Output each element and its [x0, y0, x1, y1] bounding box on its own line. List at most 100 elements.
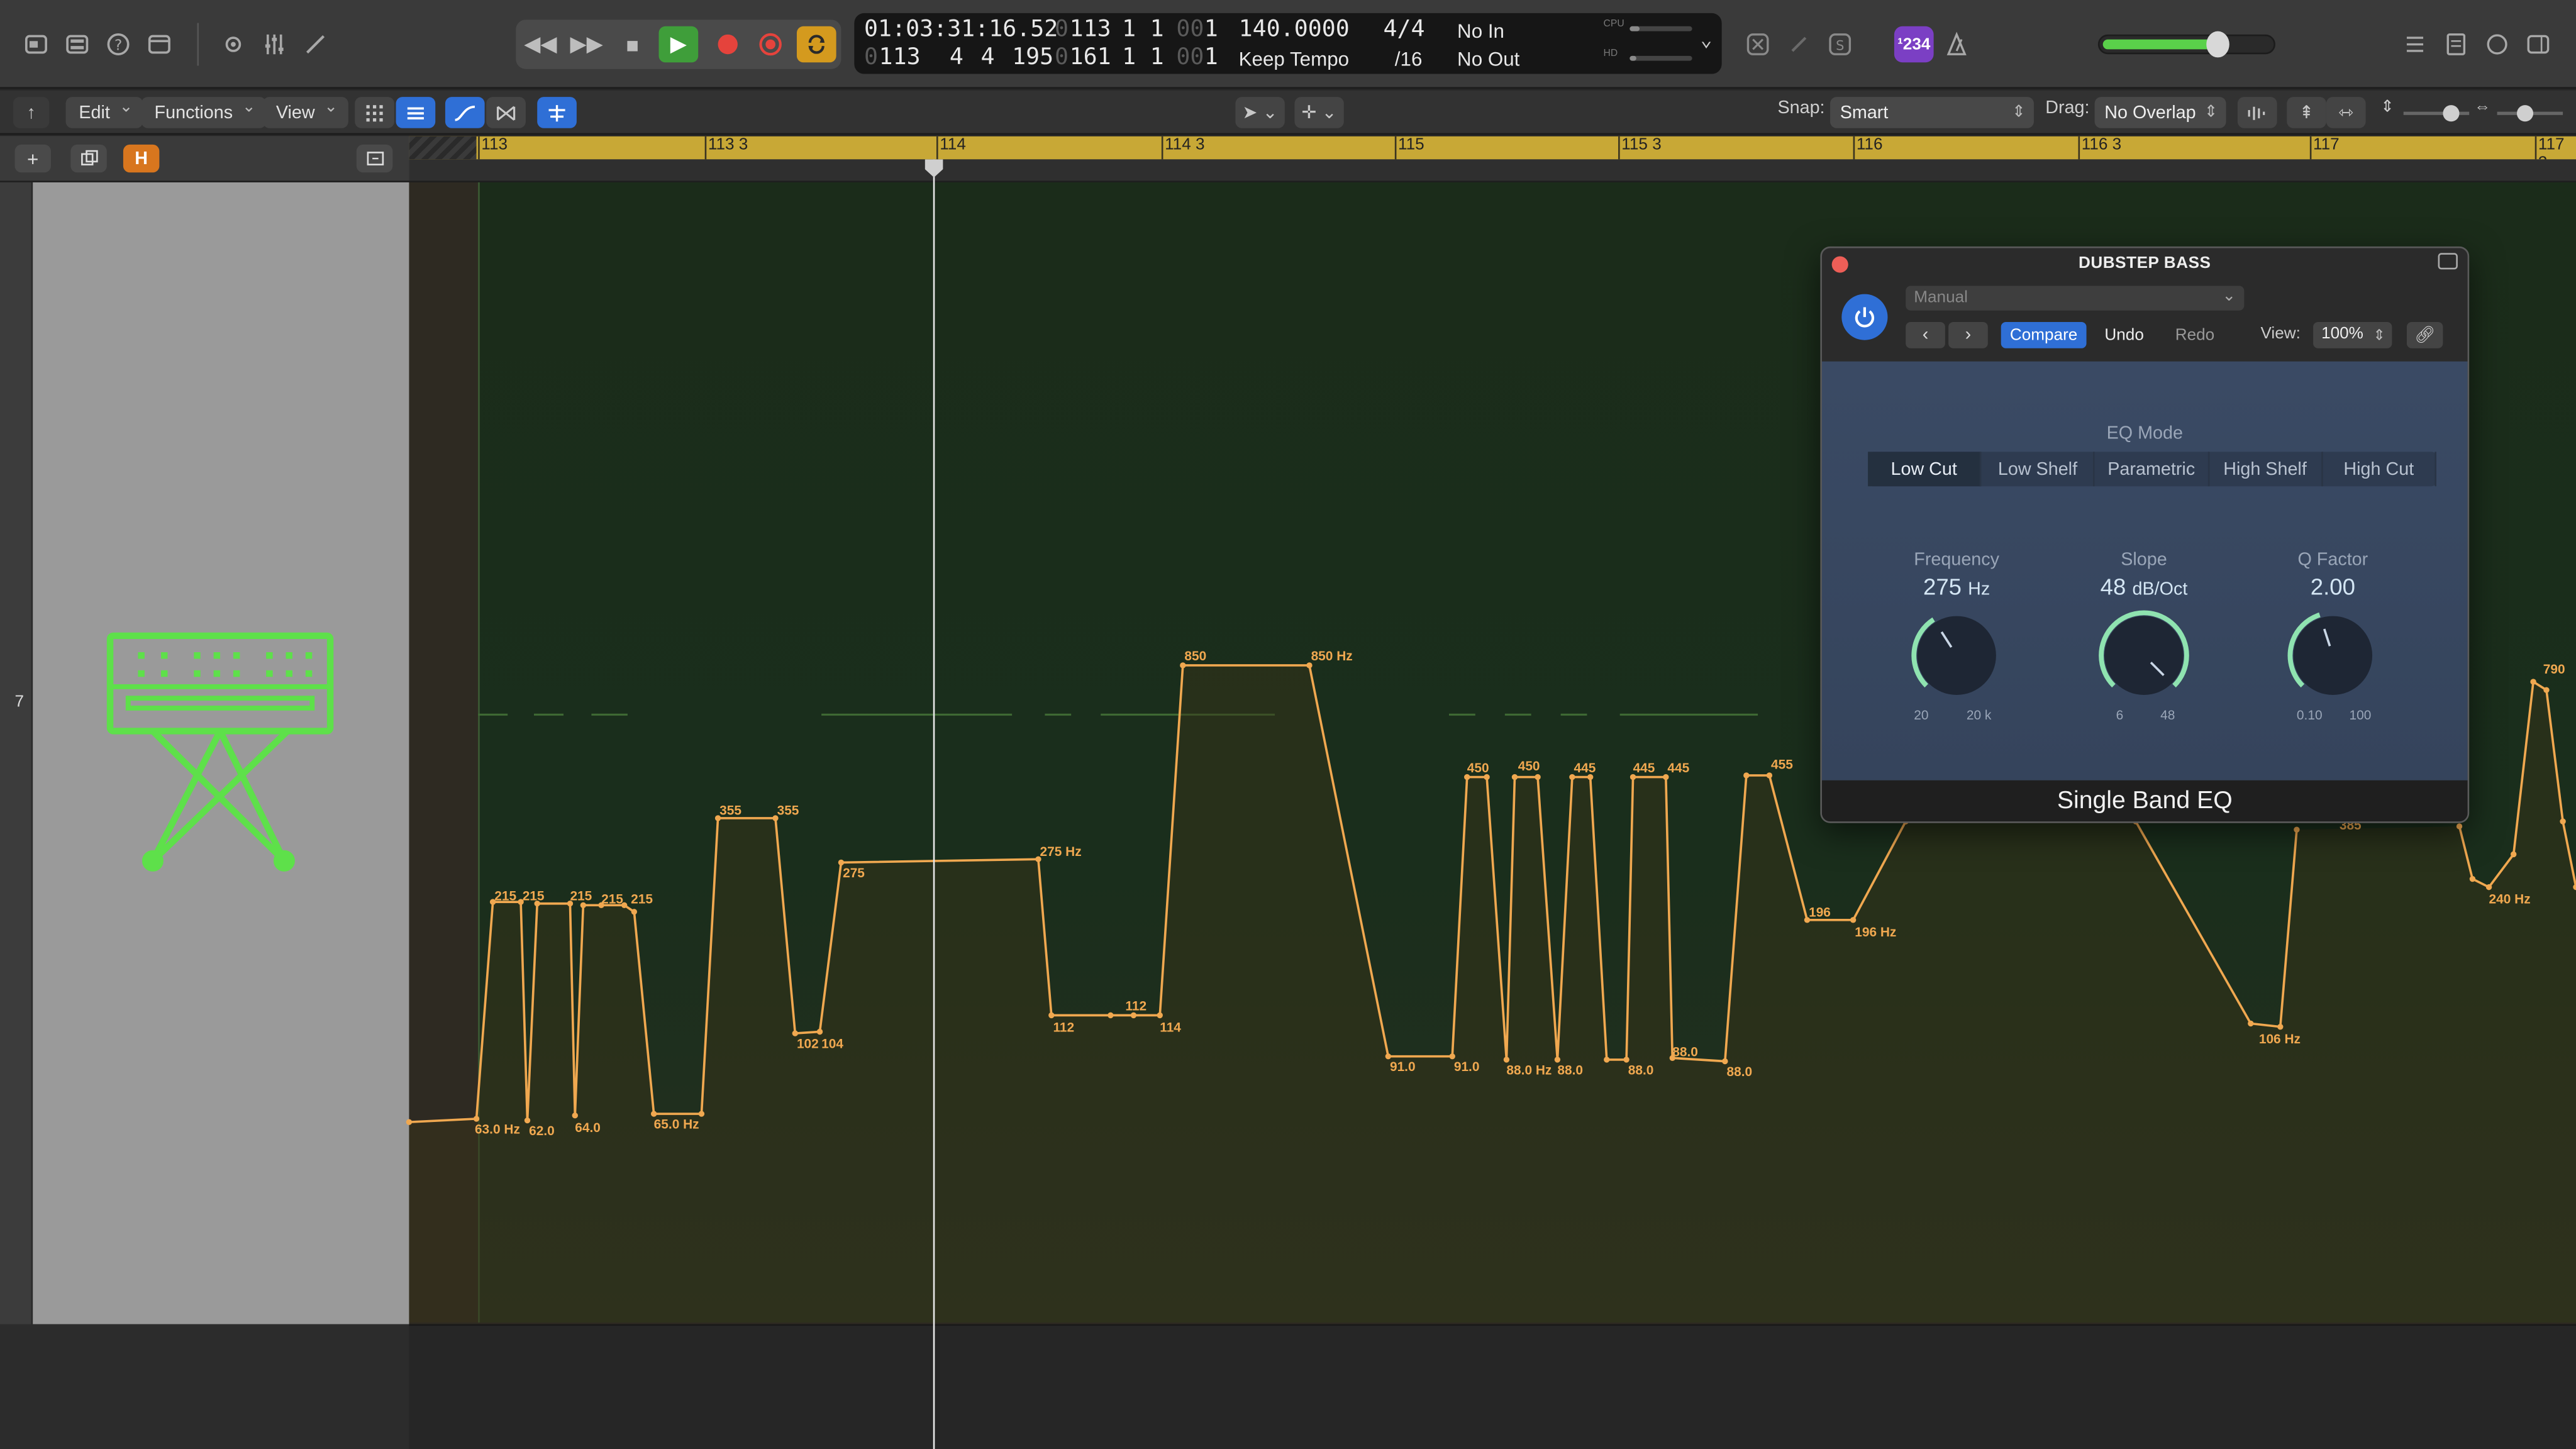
automation-label: 850 — [1184, 649, 1206, 663]
automation-label: 64.0 — [575, 1121, 601, 1135]
power-button[interactable] — [1841, 294, 1888, 340]
automation-label: 790 — [2543, 662, 2565, 677]
automation-label: 445 — [1633, 761, 1655, 775]
eq-mode-high-cut[interactable]: High Cut — [2323, 452, 2436, 487]
automation-label: 88.0 — [1628, 1063, 1654, 1077]
automation-node[interactable] — [473, 1116, 480, 1122]
plugin-name: Single Band EQ — [1821, 780, 2468, 822]
automation-node[interactable] — [1604, 1057, 1610, 1063]
automation-label: 215 — [494, 889, 516, 904]
logic-window: ? ◀◀ ▶▶ ■ ▶ 01:03:31:16.52 0 113 4 4 195… — [0, 0, 2576, 1449]
automation-node[interactable] — [816, 1028, 823, 1035]
automation-label: 215 — [523, 889, 545, 904]
automation-node[interactable] — [1766, 772, 1773, 779]
chevron-right-icon: › — [1965, 325, 1972, 345]
automation-node[interactable] — [1722, 1058, 1728, 1065]
automation-label: 65.0 Hz — [654, 1118, 699, 1132]
preset-select[interactable]: Manual — [1906, 284, 2245, 311]
automation-node[interactable] — [2485, 884, 2492, 891]
compare-button[interactable]: Compare — [2001, 322, 2087, 348]
automation-label: 455 — [1771, 758, 1793, 772]
view-zoom-select[interactable]: 100% — [2313, 322, 2392, 348]
automation-node[interactable] — [2469, 875, 2476, 882]
automation-label: 196 — [1809, 906, 1831, 920]
automation-node[interactable] — [2456, 823, 2463, 830]
eq-panel: EQ Mode Low Cut Low Shelf Parametric High S… — [1821, 361, 2468, 780]
frequency-value: 275 — [1923, 573, 1962, 600]
automation-label: 445 — [1667, 761, 1689, 775]
automation-node[interactable] — [1511, 774, 1518, 780]
automation-label: 88.0 Hz — [1506, 1063, 1552, 1077]
link-icon[interactable]: 🔗︎ — [2406, 322, 2443, 348]
playhead-marker[interactable] — [924, 159, 943, 178]
automation-node[interactable] — [2560, 818, 2566, 824]
automation-node[interactable] — [1623, 1057, 1629, 1063]
expand-icon[interactable] — [2438, 253, 2458, 270]
frequency-control: Frequency 275 Hz 20 20 k — [1875, 550, 2039, 723]
automation-label: 355 — [719, 804, 741, 818]
automation-label: 275 Hz — [1040, 845, 1082, 859]
power-icon — [1855, 307, 1875, 328]
automation-node[interactable] — [1850, 917, 1857, 923]
automation-label: 450 — [1518, 759, 1540, 774]
automation-label: 62.0 — [529, 1124, 555, 1138]
next-preset-button[interactable]: › — [1948, 322, 1988, 348]
automation-label: 114 — [1160, 1020, 1181, 1035]
slope-knob[interactable] — [2095, 606, 2194, 705]
automation-label: 88.0 — [1726, 1065, 1752, 1079]
eq-mode-parametric[interactable]: Parametric — [2096, 452, 2209, 487]
automation-node[interactable] — [2294, 826, 2300, 833]
automation-node[interactable] — [1048, 1012, 1055, 1019]
automation-label: 275 — [843, 866, 865, 880]
previous-preset-button[interactable]: ‹ — [1906, 322, 1945, 348]
plugin-title: DUBSTEP BASS — [2079, 254, 2211, 273]
knob-body — [2104, 616, 2184, 695]
frequency-knob[interactable] — [1907, 606, 2006, 705]
automation-label: 63.0 Hz — [475, 1122, 520, 1136]
automation-node[interactable] — [406, 1119, 413, 1125]
automation-node[interactable] — [792, 1030, 799, 1036]
automation-node[interactable] — [2511, 851, 2517, 858]
automation-label: 850 Hz — [1311, 649, 1353, 663]
chevron-left-icon: ‹ — [1922, 325, 1929, 345]
automation-node[interactable] — [2248, 1020, 2254, 1027]
automation-node[interactable] — [2530, 679, 2536, 685]
q-factor-knob[interactable] — [2284, 606, 2382, 705]
automation-node[interactable] — [698, 1111, 705, 1117]
eq-mode-selector: Low Cut Low Shelf Parametric High Shelf High… — [1868, 452, 2436, 487]
automation-node[interactable] — [2543, 687, 2550, 693]
automation-node[interactable] — [1449, 1053, 1455, 1060]
automation-node[interactable] — [1108, 1012, 1114, 1019]
automation-label: 106 Hz — [2259, 1032, 2301, 1046]
slope-control: Slope 48 dB/Oct 6 48 — [2062, 550, 2226, 723]
automation-label: 445 — [1574, 761, 1596, 775]
eq-mode-high-shelf[interactable]: High Shelf — [2209, 452, 2323, 487]
automation-node[interactable] — [1157, 1012, 1163, 1019]
automation-node[interactable] — [524, 1117, 531, 1124]
automation-label: 88.0 — [1672, 1045, 1698, 1060]
plugin-window: DUBSTEP BASS Manual ‹ › Compare Undo Red… — [1820, 246, 2470, 823]
knob-body — [2293, 616, 2373, 695]
eq-mode-low-shelf[interactable]: Low Shelf — [1982, 452, 2096, 487]
automation-label: 91.0 — [1454, 1060, 1480, 1074]
knob-body — [1917, 616, 1996, 695]
automation-node[interactable] — [2277, 1023, 2284, 1030]
undo-button[interactable]: Undo — [2093, 322, 2155, 348]
slope-value: 48 — [2100, 573, 2126, 600]
automation-node[interactable] — [572, 1113, 578, 1119]
automation-node[interactable] — [1535, 774, 1541, 780]
automation-label: 104 — [821, 1037, 843, 1052]
automation-node[interactable] — [1554, 1057, 1561, 1063]
automation-node[interactable] — [838, 859, 845, 866]
redo-button[interactable]: Redo — [2163, 322, 2226, 348]
playhead[interactable] — [933, 159, 935, 1449]
eq-mode-low-cut[interactable]: Low Cut — [1868, 452, 1982, 487]
automation-node[interactable] — [1503, 1057, 1510, 1063]
automation-label: 450 — [1467, 761, 1489, 775]
automation-node[interactable] — [650, 1111, 657, 1117]
automation-node[interactable] — [631, 909, 638, 915]
automation-node[interactable] — [1385, 1053, 1392, 1060]
automation-label: 112 — [1053, 1020, 1074, 1035]
automation-node[interactable] — [1743, 772, 1750, 779]
automation-label: 196 Hz — [1855, 925, 1896, 940]
